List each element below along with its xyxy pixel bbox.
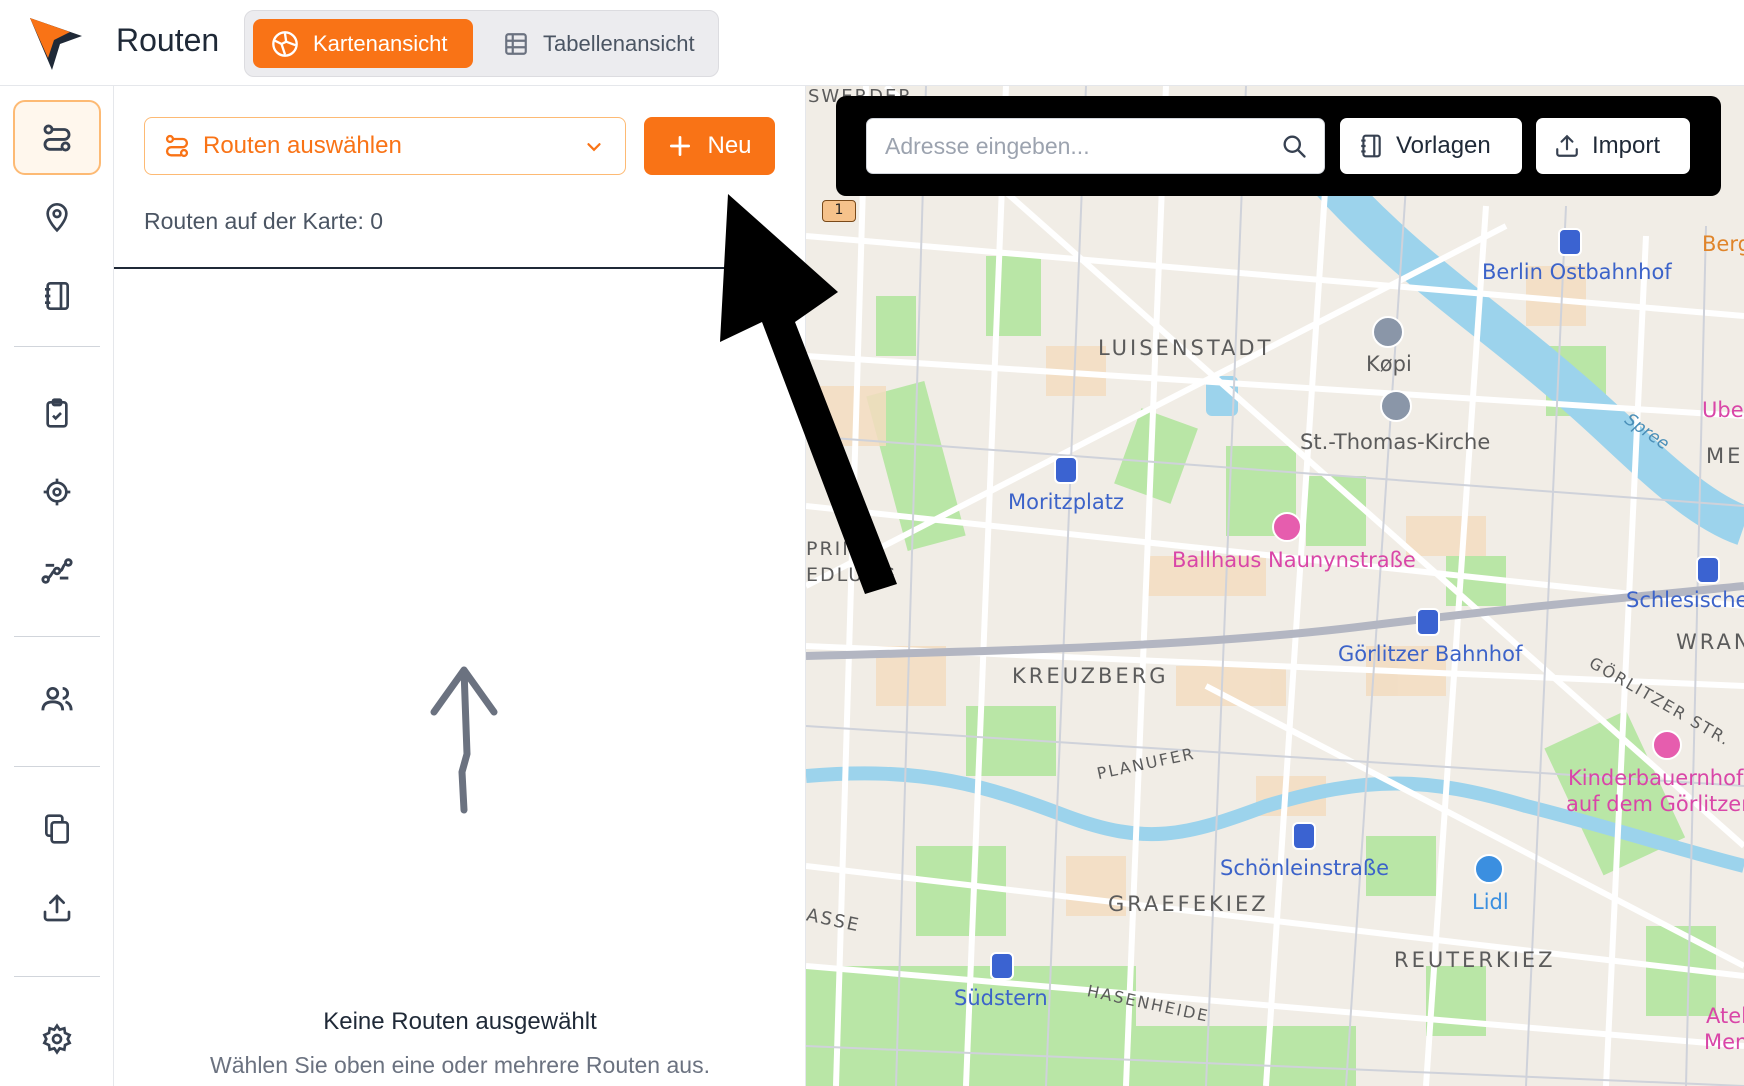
logo (30, 18, 82, 70)
templates-button-label: Vorlagen (1396, 132, 1491, 159)
station-label: Schlesische (1626, 588, 1744, 612)
rail-item-network[interactable] (13, 533, 101, 608)
district-label: GRAEFEKIEZ (1108, 892, 1269, 916)
top-bar: Routen Kartenansicht Tabellenansicht (0, 0, 1744, 86)
map-canvas[interactable]: 1 LUISENSTADT KREUZBERG GRAEFEKIEZ REUTE… (806, 86, 1744, 1086)
district-label: REUTERKIEZ (1394, 948, 1556, 972)
poi-label: Kinderbauernhof (1568, 766, 1744, 790)
poi-label: Køpi (1366, 352, 1412, 376)
copy-icon (45, 813, 69, 844)
page-title: Routen (116, 22, 220, 58)
tab-table-view-label: Tabellenansicht (543, 30, 695, 56)
subway-station-icon (1696, 556, 1720, 584)
poi-label: Uber (1702, 398, 1744, 422)
rail-item-locations[interactable] (13, 179, 101, 254)
route-icon (43, 124, 71, 151)
poi-label: Ballhaus Naunynstraße (1172, 548, 1416, 572)
route-select-label: Routen auswählen (203, 132, 402, 159)
rail-divider (14, 346, 100, 347)
map-icon (272, 30, 298, 57)
station-label: Moritzplatz (1008, 490, 1124, 514)
notebook-icon (45, 281, 69, 310)
upload-icon (1556, 134, 1578, 157)
subway-station-icon (990, 952, 1014, 980)
station-label: Südstern (954, 986, 1048, 1010)
poi-label: auf dem Görlitzer (1566, 792, 1744, 816)
rail-item-targets[interactable] (13, 454, 101, 529)
view-toggle: Kartenansicht Tabellenansicht (244, 10, 719, 77)
rail-divider (14, 636, 100, 637)
annotation-arrow-icon (720, 194, 897, 594)
route-select-dropdown[interactable]: Routen auswählen (144, 117, 626, 175)
poi-label: Atel (1706, 1004, 1744, 1028)
search-icon (1283, 135, 1306, 158)
upload-icon (43, 893, 71, 921)
address-search-input[interactable]: Adresse eingeben... (866, 118, 1325, 174)
import-button[interactable]: Import (1536, 118, 1690, 174)
rail-item-notebook[interactable] (13, 258, 101, 333)
notebook-icon (1361, 134, 1381, 158)
rail-item-settings[interactable] (13, 1001, 101, 1076)
theater-icon (1272, 512, 1302, 542)
users-icon (41, 686, 73, 710)
icon-rail (0, 86, 114, 1086)
rail-item-documents[interactable] (13, 791, 101, 866)
hand-drawn-arrow-up-icon (430, 666, 498, 814)
new-route-button[interactable]: Neu (644, 117, 775, 175)
subway-station-icon (1054, 456, 1078, 484)
map-base-layer (806, 86, 1744, 1086)
district-label: ME (1706, 444, 1744, 468)
tab-table-view[interactable]: Tabellenansicht (485, 19, 705, 68)
clipboard-check-icon (46, 397, 68, 428)
poi-label: Men (1704, 1030, 1744, 1054)
new-route-button-label: Neu (707, 132, 752, 159)
building-icon (1372, 316, 1404, 348)
rail-item-tasks[interactable] (13, 375, 101, 450)
district-label: LUISENSTADT (1098, 336, 1274, 360)
poi-label: Lidl (1472, 890, 1509, 914)
chevron-down-icon (587, 143, 601, 152)
plus-icon (670, 135, 691, 157)
poi-label: St.-Thomas-Kirche (1300, 430, 1491, 454)
shop-icon (1474, 854, 1504, 884)
district-label: KREUZBERG (1012, 664, 1169, 688)
tab-map-view[interactable]: Kartenansicht (253, 19, 473, 68)
table-icon (505, 32, 527, 55)
crosshair-icon (43, 478, 71, 505)
district-label: WRAN (1676, 630, 1744, 654)
routes-on-map-count: Routen auf der Karte: 0 (144, 208, 384, 234)
rail-item-routes[interactable] (13, 100, 101, 175)
station-label: Berlin Ostbahnhof (1482, 260, 1672, 284)
tab-map-view-label: Kartenansicht (313, 30, 448, 56)
rail-item-upload[interactable] (13, 870, 101, 945)
station-label: Schönleinstraße (1220, 856, 1390, 880)
address-search-placeholder: Adresse eingeben... (885, 132, 1090, 159)
church-icon (1380, 390, 1412, 422)
spline-icon (41, 557, 73, 584)
rail-divider (14, 766, 100, 767)
subway-station-icon (1292, 822, 1316, 850)
route-icon (165, 134, 189, 158)
map-toolbar: Adresse eingeben... Vorlagen Import (836, 96, 1721, 196)
map-pin-icon (46, 202, 68, 232)
import-button-label: Import (1592, 132, 1661, 159)
poi-label: Berg (1702, 232, 1744, 256)
farm-icon (1652, 730, 1682, 760)
empty-state-title: Keine Routen ausgewählt (323, 1008, 597, 1035)
templates-button[interactable]: Vorlagen (1340, 118, 1522, 174)
rail-divider (14, 976, 100, 977)
gear-icon (42, 1022, 72, 1055)
empty-state-subtitle: Wählen Sie oben eine oder mehrere Routen… (210, 1052, 710, 1078)
subway-station-icon (1416, 608, 1440, 636)
station-label: Görlitzer Bahnhof (1338, 642, 1523, 666)
rail-item-users[interactable] (13, 661, 101, 736)
subway-station-icon (1558, 228, 1582, 256)
